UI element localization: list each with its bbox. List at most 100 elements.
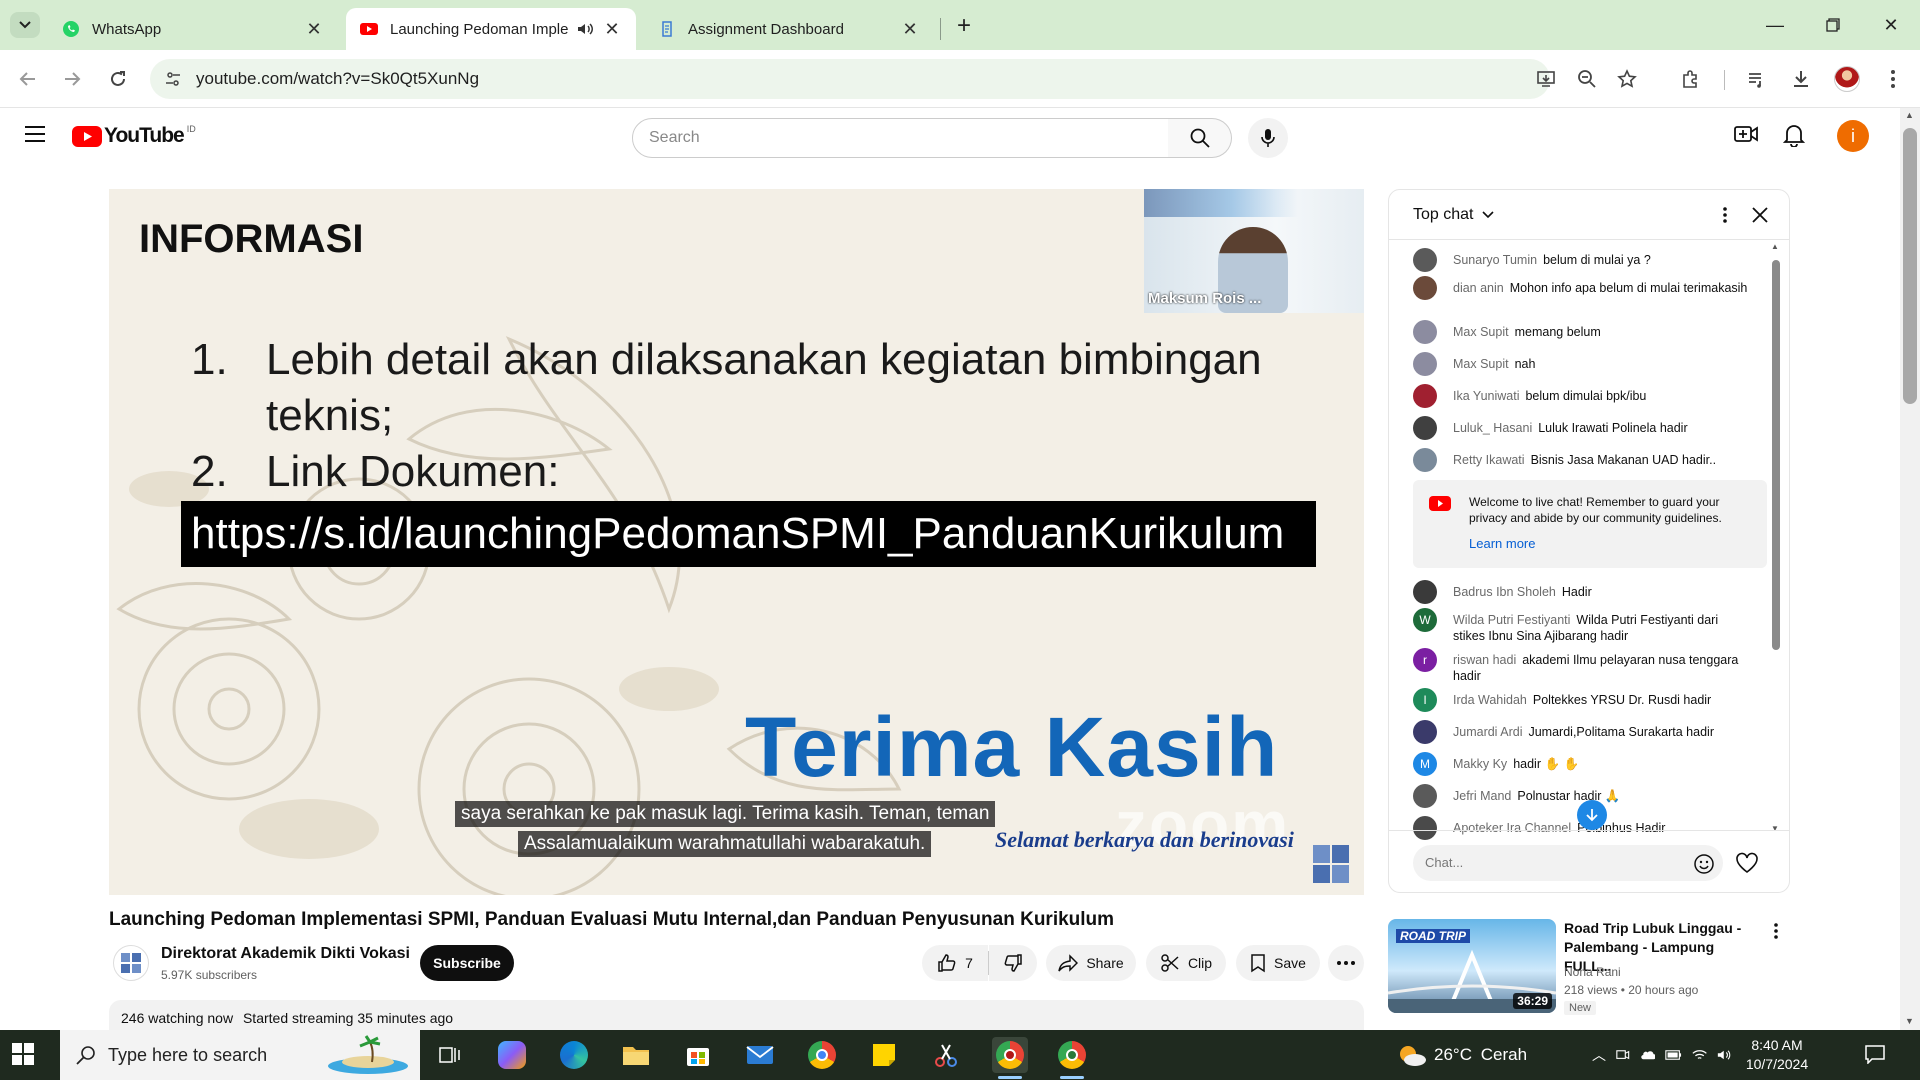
- notifications-button[interactable]: [1782, 123, 1807, 149]
- close-icon[interactable]: ✕: [304, 19, 324, 40]
- chat-author-avatar[interactable]: [1413, 384, 1437, 408]
- chat-author-name[interactable]: Jumardi Ardi: [1453, 725, 1522, 739]
- clip-button[interactable]: Clip: [1146, 945, 1226, 981]
- search-input[interactable]: Search: [632, 118, 1169, 158]
- taskbar-snipping-tool[interactable]: [928, 1037, 964, 1073]
- guide-menu-button[interactable]: [24, 125, 48, 147]
- chat-author-name[interactable]: Retty Ikawati: [1453, 453, 1525, 467]
- chat-author-avatar[interactable]: [1413, 448, 1437, 472]
- battery-icon[interactable]: [1665, 1049, 1682, 1061]
- onedrive-icon[interactable]: [1640, 1049, 1655, 1061]
- taskbar-file-explorer[interactable]: [618, 1037, 654, 1073]
- address-bar[interactable]: youtube.com/watch?v=Sk0Qt5XunNg: [150, 59, 1555, 99]
- save-button[interactable]: Save: [1236, 945, 1320, 981]
- more-actions-button[interactable]: [1328, 945, 1364, 981]
- taskbar-chrome[interactable]: [804, 1037, 840, 1073]
- page-scroll-thumb[interactable]: [1903, 128, 1917, 404]
- heart-button[interactable]: [1735, 852, 1759, 876]
- channel-name[interactable]: Direktorat Akademik Dikti Vokasi: [161, 945, 410, 963]
- system-clock[interactable]: 8:40 AM 10/7/2024: [1742, 1036, 1812, 1074]
- chat-author-avatar[interactable]: [1413, 276, 1437, 300]
- bookmark-star-button[interactable]: [1612, 64, 1642, 94]
- chat-author-avatar[interactable]: [1413, 720, 1437, 744]
- account-avatar[interactable]: i: [1837, 120, 1869, 152]
- chat-author-avatar[interactable]: [1413, 416, 1437, 440]
- scroll-down-arrow[interactable]: ▼: [1771, 824, 1779, 833]
- minimize-button[interactable]: —: [1752, 10, 1798, 40]
- chat-author-avatar[interactable]: [1413, 248, 1437, 272]
- zoom-button[interactable]: [1572, 64, 1602, 94]
- related-video-thumbnail[interactable]: ROAD TRIP 36:29: [1388, 919, 1556, 1013]
- extensions-button[interactable]: [1676, 64, 1706, 94]
- chat-author-name[interactable]: Wilda Putri Festiyanti: [1453, 613, 1570, 627]
- taskbar-sticky-notes[interactable]: [866, 1037, 902, 1073]
- chat-author-name[interactable]: Makky Ky: [1453, 757, 1507, 771]
- chat-author-avatar[interactable]: M: [1413, 752, 1437, 776]
- search-button[interactable]: [1168, 118, 1232, 158]
- start-button[interactable]: [12, 1043, 36, 1067]
- close-icon[interactable]: ✕: [900, 19, 920, 40]
- wifi-icon[interactable]: [1692, 1048, 1707, 1062]
- chat-author-name[interactable]: Max Supit: [1453, 357, 1509, 371]
- tab-youtube[interactable]: Launching Pedoman Implem ✕: [346, 8, 636, 50]
- chat-author-name[interactable]: Apoteker Ira Channel: [1453, 821, 1571, 835]
- chat-input[interactable]: Chat...: [1413, 845, 1723, 881]
- chat-author-avatar[interactable]: [1413, 816, 1437, 840]
- tab-whatsapp[interactable]: WhatsApp ✕: [48, 8, 338, 50]
- tab-search-button[interactable]: [10, 12, 40, 38]
- chat-author-avatar[interactable]: I: [1413, 688, 1437, 712]
- close-icon[interactable]: ✕: [602, 19, 622, 40]
- close-chat-button[interactable]: [1747, 202, 1773, 228]
- scroll-down-arrow[interactable]: ▼: [1905, 1016, 1914, 1026]
- chat-scroll-thumb[interactable]: [1772, 260, 1780, 650]
- scroll-to-bottom-button[interactable]: [1577, 800, 1607, 830]
- related-video-menu-button[interactable]: [1774, 923, 1782, 941]
- notification-center-button[interactable]: [1864, 1044, 1888, 1066]
- channel-avatar[interactable]: [113, 945, 149, 981]
- taskbar-edge[interactable]: [556, 1037, 592, 1073]
- chat-author-name[interactable]: Max Supit: [1453, 325, 1509, 339]
- chat-author-name[interactable]: Jefri Mand: [1453, 789, 1511, 803]
- youtube-logo[interactable]: YouTube ID: [72, 124, 196, 148]
- taskbar-copilot[interactable]: [494, 1037, 530, 1073]
- taskbar-chrome-profile-1[interactable]: [992, 1037, 1028, 1079]
- task-view-button[interactable]: [432, 1037, 468, 1073]
- chat-author-avatar[interactable]: [1413, 784, 1437, 808]
- speaker-icon[interactable]: [576, 20, 594, 38]
- profile-button[interactable]: [1832, 64, 1862, 94]
- tab-assignment-dashboard[interactable]: Assignment Dashboard ✕: [644, 8, 934, 50]
- media-control-button[interactable]: [1742, 64, 1772, 94]
- chat-author-name[interactable]: Sunaryo Tumin: [1453, 253, 1537, 267]
- taskbar-mail[interactable]: [742, 1037, 778, 1073]
- meet-now-icon[interactable]: [1616, 1048, 1630, 1062]
- chat-author-avatar[interactable]: [1413, 352, 1437, 376]
- scroll-up-arrow[interactable]: ▲: [1771, 242, 1779, 251]
- emoji-button[interactable]: [1693, 853, 1715, 875]
- voice-search-button[interactable]: [1248, 118, 1288, 158]
- chat-mode-selector[interactable]: Top chat: [1413, 206, 1494, 224]
- downloads-button[interactable]: [1786, 64, 1816, 94]
- new-tab-button[interactable]: +: [950, 12, 978, 40]
- chat-author-name[interactable]: Badrus Ibn Sholeh: [1453, 585, 1556, 599]
- chat-author-avatar[interactable]: W: [1413, 608, 1437, 632]
- chat-author-name[interactable]: Luluk_ Hasani: [1453, 421, 1532, 435]
- volume-icon[interactable]: [1717, 1048, 1732, 1062]
- scroll-up-arrow[interactable]: ▲: [1905, 110, 1914, 120]
- chat-menu-button[interactable]: [1715, 204, 1735, 226]
- chat-author-name[interactable]: Ika Yuniwati: [1453, 389, 1519, 403]
- taskbar-search-input[interactable]: Type here to search: [60, 1030, 420, 1080]
- share-button[interactable]: Share: [1046, 945, 1136, 981]
- chat-author-avatar[interactable]: [1413, 320, 1437, 344]
- chat-author-avatar[interactable]: [1413, 580, 1437, 604]
- chat-author-avatar[interactable]: r: [1413, 648, 1437, 672]
- taskbar-store[interactable]: [680, 1037, 716, 1073]
- reload-button[interactable]: [102, 63, 134, 95]
- taskbar-chrome-profile-2[interactable]: [1054, 1037, 1090, 1079]
- chat-author-name[interactable]: riswan hadi: [1453, 653, 1516, 667]
- chat-author-name[interactable]: dian anin: [1453, 281, 1504, 295]
- chevron-up-icon[interactable]: ︿: [1592, 1045, 1606, 1065]
- like-button[interactable]: 7: [922, 945, 988, 981]
- related-video-item[interactable]: ROAD TRIP 36:29 Road Trip Lubuk Linggau …: [1388, 919, 1790, 1029]
- back-button[interactable]: [12, 63, 44, 95]
- restore-button[interactable]: [1810, 10, 1856, 40]
